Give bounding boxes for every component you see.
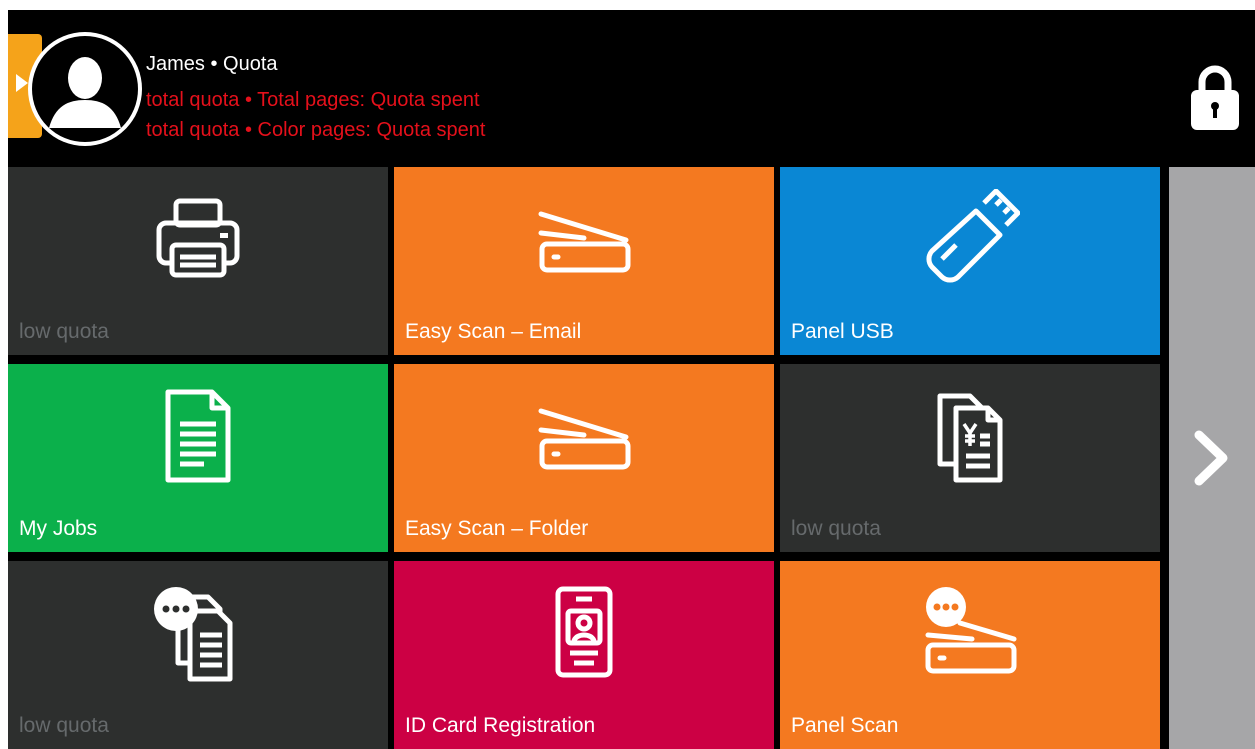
avatar-icon[interactable] (28, 32, 142, 146)
tile-panel-scan[interactable]: Panel Scan (780, 561, 1160, 749)
tile-label: Easy Scan – Email (405, 320, 582, 343)
tile-yen-documents[interactable]: low quota (780, 364, 1160, 552)
tile-id-card-registration[interactable]: ID Card Registration (394, 561, 774, 749)
printer-icon (156, 198, 240, 278)
header-bar: James • Quota total quota • Total pages:… (8, 10, 1255, 167)
tile-label: low quota (791, 517, 881, 540)
tile-label: Panel USB (791, 320, 894, 343)
scanner-icon (538, 211, 631, 273)
tile-my-jobs[interactable]: My Jobs (8, 364, 388, 552)
chat-scanner-icon (925, 587, 1017, 674)
terminal-screen: James • Quota total quota • Total pages:… (8, 10, 1255, 749)
tile-easy-scan-folder[interactable]: Easy Scan – Folder (394, 364, 774, 552)
id-card-icon (555, 586, 613, 678)
tile-panel-usb[interactable]: Panel USB (780, 167, 1160, 355)
tile-label: low quota (19, 320, 109, 343)
document-icon (165, 389, 231, 483)
tile-label: Panel Scan (791, 714, 899, 737)
tile-print[interactable]: low quota (8, 167, 388, 355)
yen-documents-icon (937, 393, 1003, 483)
total-pages-quota-status: total quota • Total pages: Quota spent (146, 89, 480, 111)
scanner-icon (538, 408, 631, 470)
tile-label: low quota (19, 714, 109, 737)
chevron-right-icon (1194, 430, 1228, 486)
tile-label: ID Card Registration (405, 714, 596, 737)
color-pages-quota-status: total quota • Color pages: Quota spent (146, 119, 486, 141)
chat-documents-icon (154, 587, 233, 682)
lock-icon[interactable] (1188, 62, 1242, 132)
side-tab-arrow-icon (16, 74, 28, 92)
tile-label: My Jobs (19, 517, 98, 540)
usb-drive-icon (926, 189, 1020, 283)
tile-chat-documents[interactable]: low quota (8, 561, 388, 749)
tile-easy-scan-email[interactable]: Easy Scan – Email (394, 167, 774, 355)
next-page-button[interactable] (1169, 167, 1255, 749)
user-name-quota: James • Quota (146, 53, 278, 75)
tile-label: Easy Scan – Folder (405, 517, 589, 540)
